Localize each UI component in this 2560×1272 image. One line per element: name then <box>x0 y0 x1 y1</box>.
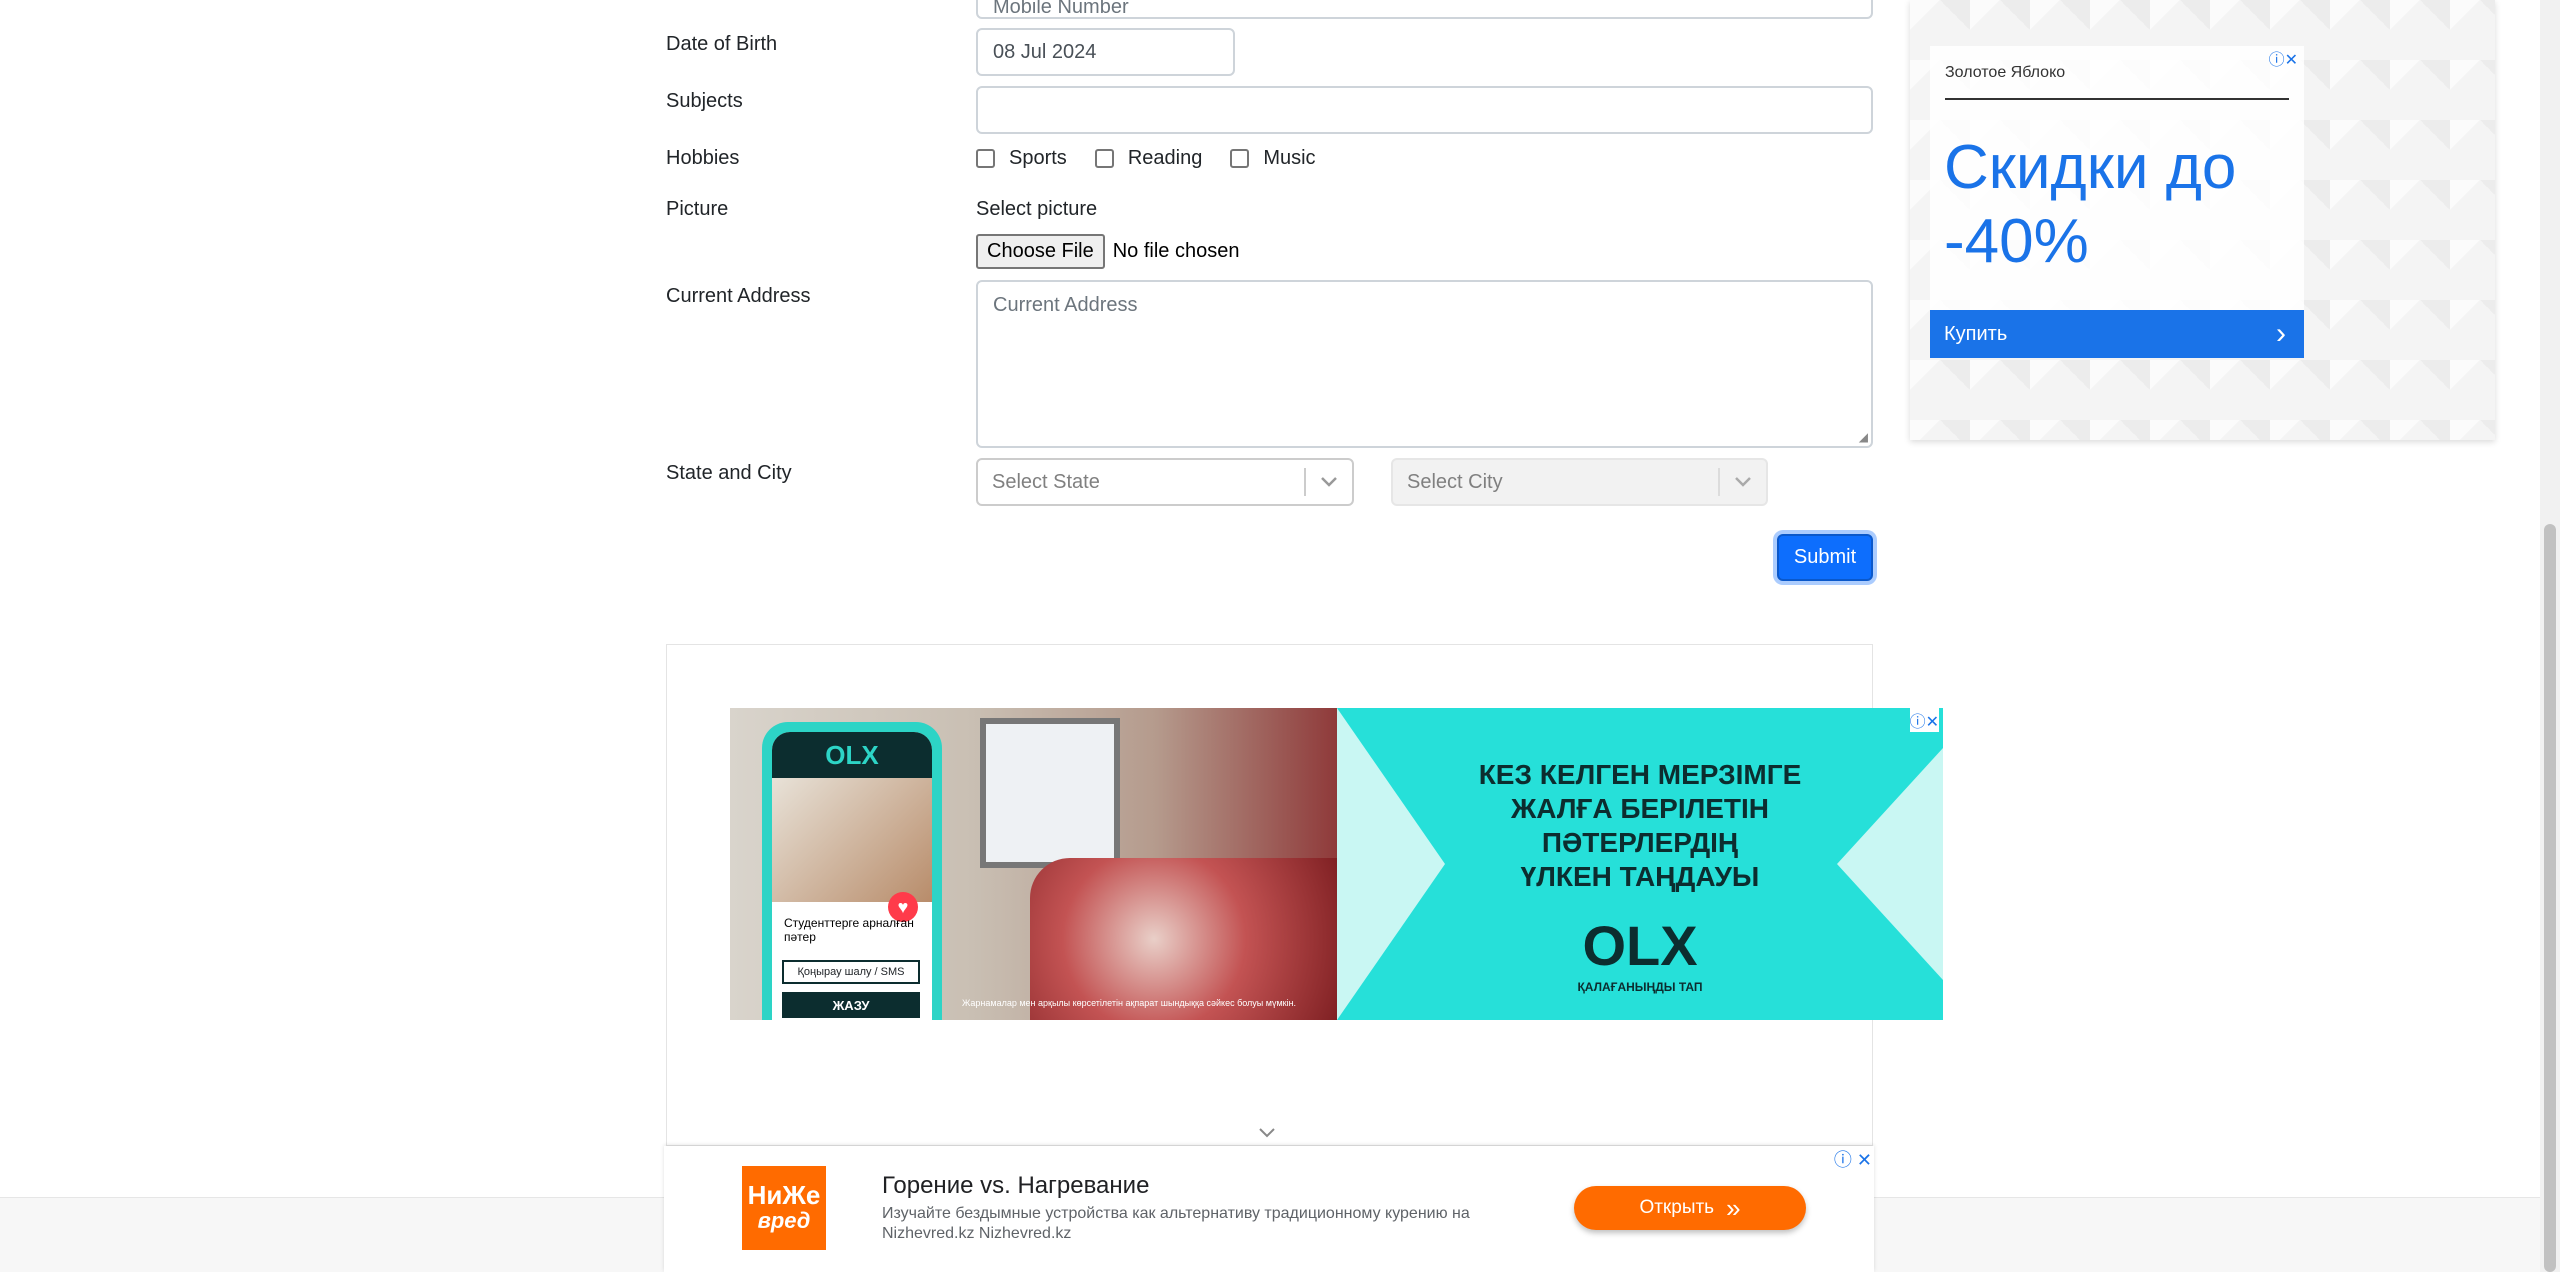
side-ad[interactable]: Золотое Яблоко ⓘ✕ Скидки до -40% Купить … <box>1910 0 2495 440</box>
olx-ad[interactable]: OLX ♥ Студенттерге арналған пәтер Қоңыра… <box>730 708 1943 1020</box>
logo-line-1: НиЖе <box>747 1180 821 1210</box>
olx-disclaimer: Жарнамалар мен арқылы көрсетілетін ақпар… <box>962 998 1297 1008</box>
address-label: Current Address <box>666 285 811 307</box>
side-ad-card[interactable]: Золотое Яблоко ⓘ✕ Скидки до -40% Купить … <box>1930 46 2304 358</box>
music-checkbox[interactable] <box>1230 149 1250 168</box>
dob-value: 08 Jul 2024 <box>993 40 1097 63</box>
select-picture-label: Select picture <box>976 198 1098 220</box>
phone-title: Студенттерге арналған пәтер <box>784 916 914 944</box>
olx-tagline: ҚАЛАҒАНЫҢДЫ ТАП <box>1577 980 1703 994</box>
picture-label: Picture <box>666 198 729 220</box>
address-textarea[interactable]: Current Address ◢ <box>976 280 1873 448</box>
olx-cyan-panel: КЕЗ КЕЛГЕН МЕРЗІМГЕ ЖАЛҒА БЕРІЛЕТІН ПӘТЕ… <box>1337 708 1943 1020</box>
open-label: Открыть <box>1639 1197 1715 1218</box>
ad-info-icon[interactable]: ⓘ✕ <box>2269 46 2298 70</box>
phone-call-button: Қоңырау шалу / SMS <box>782 960 920 984</box>
ad-info-icon[interactable]: ⓘ✕ <box>1909 708 1939 732</box>
sports-label[interactable]: Sports <box>1009 147 1067 170</box>
olx-logo: OLX <box>1582 914 1698 977</box>
phone-logo: OLX <box>772 732 932 778</box>
state-city-label: State and City <box>666 462 792 484</box>
bottom-ad-banner[interactable]: НиЖе вред Горение vs. Нагревание Изучайт… <box>664 1146 1874 1272</box>
sofa-shape <box>1030 858 1340 1020</box>
no-file-text: No file chosen <box>1112 240 1240 262</box>
dob-input[interactable]: 08 Jul 2024 <box>976 28 1235 76</box>
bottom-ad-title: Горение vs. Нагревание <box>882 1172 1150 1199</box>
sports-checkbox[interactable] <box>976 149 995 168</box>
side-ad-brand: Золотое Яблоко <box>1945 64 2066 81</box>
olx-photo: OLX ♥ Студенттерге арналған пәтер Қоңыра… <box>730 708 1340 1020</box>
subjects-input[interactable] <box>976 86 1873 134</box>
hobbies-group: Sports Reading Music <box>976 147 1344 170</box>
hobby-reading[interactable]: Reading <box>1094 147 1203 170</box>
state-placeholder: Select State <box>992 470 1100 493</box>
dob-label: Date of Birth <box>666 33 778 55</box>
olx-headline-2: ЖАЛҒА БЕРІЛЕТІН <box>1510 793 1770 824</box>
phone-write-button: ЖАЗУ <box>782 992 920 1018</box>
hobby-sports[interactable]: Sports <box>976 147 1067 170</box>
bottom-ad-desc: Изучайте бездымные устройства как альтер… <box>882 1205 1470 1242</box>
file-input[interactable]: Choose File No file chosen <box>976 234 1239 269</box>
city-select[interactable]: Select City <box>1391 458 1768 506</box>
ad-info-icon[interactable]: ⓘ ✕ <box>1834 1146 1872 1172</box>
side-ad-headline-1: Скидки до <box>1944 133 2237 202</box>
hobby-music[interactable]: Music <box>1230 147 1316 170</box>
submit-button[interactable]: Submit <box>1777 534 1873 581</box>
subjects-label: Subjects <box>666 90 743 112</box>
double-chevron-icon: » <box>1726 1193 1741 1223</box>
choose-file-button[interactable]: Choose File <box>976 234 1105 269</box>
page-scrollbar[interactable] <box>2540 0 2560 1272</box>
phone-mockup: OLX ♥ Студенттерге арналған пәтер Қоңыра… <box>762 722 942 1020</box>
reading-label[interactable]: Reading <box>1128 147 1203 170</box>
olx-headline: КЕЗ КЕЛГЕН МЕРЗІМГЕ ЖАЛҒА БЕРІЛЕТІН ПӘТЕ… <box>1337 758 1943 894</box>
buy-label: Купить <box>1944 322 2008 345</box>
open-button[interactable]: Открыть » <box>1574 1186 1806 1230</box>
music-label[interactable]: Music <box>1263 147 1315 170</box>
chevron-down-icon[interactable] <box>1720 476 1766 488</box>
olx-headline-1: КЕЗ КЕЛГЕН МЕРЗІМГЕ <box>1478 759 1802 790</box>
olx-headline-4: ҮЛКЕН ТАҢДАУЫ <box>1520 861 1760 892</box>
mobile-placeholder: Mobile Number <box>993 0 1129 18</box>
chevron-right-icon: › <box>2276 317 2286 350</box>
window-shape <box>980 718 1120 868</box>
buy-button[interactable]: Купить › <box>1930 310 2304 358</box>
city-placeholder: Select City <box>1407 470 1503 493</box>
side-ad-headline-2: -40% <box>1944 207 2089 276</box>
mobile-number-input[interactable]: Mobile Number <box>976 0 1873 19</box>
nizhevred-logo: НиЖе вред <box>742 1166 826 1250</box>
hobbies-label: Hobbies <box>666 147 740 169</box>
olx-headline-3: ПӘТЕРЛЕРДІҢ <box>1541 827 1739 858</box>
scrollbar-thumb[interactable] <box>2544 524 2556 1272</box>
phone-photo <box>772 778 932 902</box>
resize-handle-icon[interactable]: ◢ <box>1859 430 1868 444</box>
state-select[interactable]: Select State <box>976 458 1354 506</box>
side-ad-divider <box>1945 98 2289 100</box>
address-placeholder: Current Address <box>993 294 1138 316</box>
chevron-down-icon[interactable] <box>1306 476 1352 488</box>
logo-line-2: вред <box>757 1208 811 1233</box>
reading-checkbox[interactable] <box>1094 149 1114 168</box>
chevron-down-icon[interactable] <box>1258 1126 1276 1144</box>
